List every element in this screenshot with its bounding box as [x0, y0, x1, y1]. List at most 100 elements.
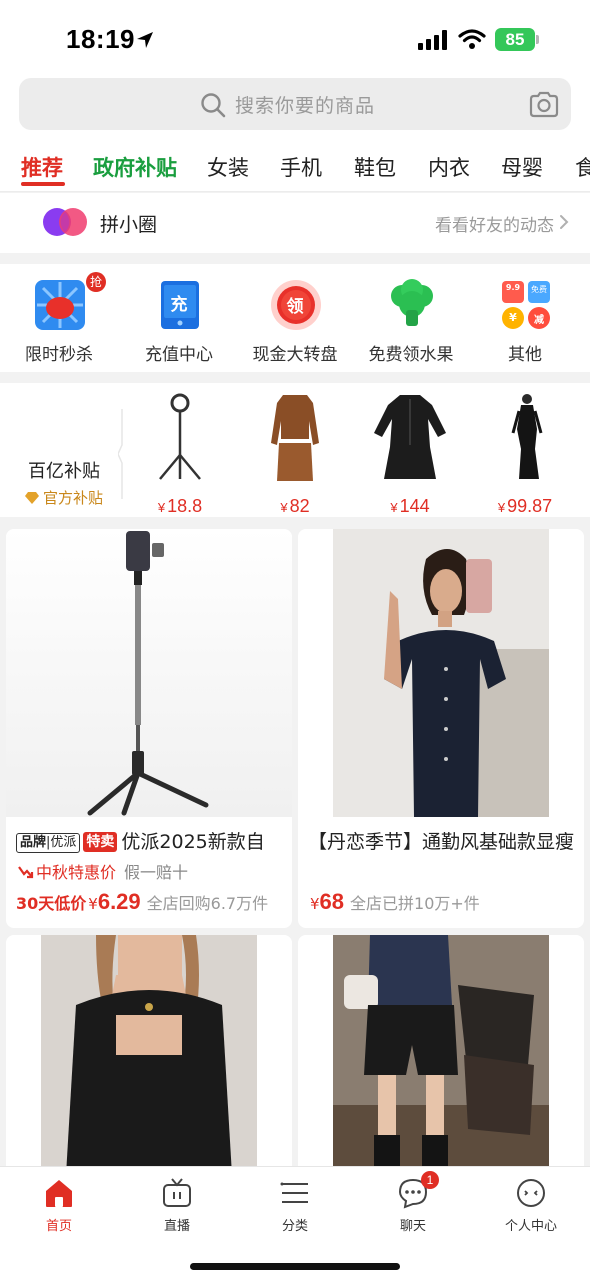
search-icon [201, 93, 226, 118]
nav-label: 分类 [281, 1219, 308, 1234]
flash-sale-tag: 特卖 [83, 832, 118, 852]
quick-label: 充值中心 [145, 345, 213, 365]
subsidy-price: ¥82 [240, 496, 350, 517]
quick-free-fruit[interactable]: 免费领水果 [352, 278, 470, 370]
price-value: 144 [399, 496, 430, 516]
currency-symbol: ¥ [497, 500, 506, 515]
category-list-icon [280, 1182, 308, 1203]
product-card[interactable] [6, 935, 292, 1175]
promo-guarantee: 假一赔十 [124, 863, 189, 882]
ring-light-tripod-image [159, 393, 201, 480]
black-shorts-outfit-image [298, 935, 584, 1175]
currency-symbol: ¥ [88, 895, 98, 913]
product-promo: 中秋特惠价 假一赔十 [18, 859, 188, 883]
subsidy-item[interactable]: ¥82 [240, 393, 350, 516]
nav-category[interactable]: 分类 [236, 1177, 354, 1237]
more-mini-d: 减 [534, 315, 544, 326]
tab-phones[interactable]: 手机 [280, 152, 322, 182]
tab-food[interactable]: 食 [575, 152, 590, 182]
subsidy-price: ¥144 [355, 496, 465, 517]
tab-shoes-bags[interactable]: 鞋包 [354, 152, 396, 182]
brand-tag: 品牌|优派 [16, 833, 81, 853]
subsidy-title: 百亿补贴 [28, 461, 100, 482]
nav-label: 首页 [45, 1219, 72, 1234]
nav-live[interactable]: 直播 [118, 1177, 236, 1237]
price-value: 82 [289, 496, 310, 516]
brand-tag-a: 品牌 [20, 835, 47, 850]
subsidy-item[interactable]: ¥99.87 [470, 393, 580, 516]
nav-label: 直播 [163, 1219, 190, 1234]
diamond-icon [25, 492, 39, 504]
currency-symbol: ¥ [280, 500, 288, 515]
search-input[interactable]: 搜索你要的商品 [19, 78, 571, 130]
app-page: 18:19 85 搜索你要的商品 推荐 政府补贴 女装 手机 鞋包 内衣 母婴 … [0, 0, 590, 1280]
quick-cash-wheel[interactable]: 领 现金大转盘 [236, 278, 354, 370]
price-down-arrow-icon [18, 866, 34, 879]
product-price-row: 30天低价 ¥6.29 全店回购6.7万件 [16, 889, 268, 915]
nav-profile[interactable]: 个人中心 [472, 1177, 590, 1237]
subsidy-item[interactable]: ¥18.8 [125, 393, 235, 516]
product-card[interactable]: 【丹恋季节】通勤风基础款显瘦 ¥68 全店已拼10万+件 [298, 529, 584, 928]
quick-label: 其他 [508, 345, 542, 365]
nav-chat[interactable]: 1 聊天 [354, 1171, 472, 1237]
tab-womens-clothing[interactable]: 女装 [207, 152, 249, 182]
currency-symbol: ¥ [390, 500, 398, 515]
price-value: 18.8 [167, 496, 203, 516]
brand-tag-b: 优派 [50, 835, 77, 850]
nav-label: 个人中心 [504, 1219, 557, 1234]
home-icon [46, 1180, 72, 1207]
subsidy-badge-text: 官方补贴 [43, 489, 104, 507]
product-price: 68 [319, 889, 345, 914]
nav-label: 聊天 [399, 1219, 426, 1234]
subsidy-item[interactable]: ¥144 [355, 393, 465, 516]
pin-circle-row[interactable]: 拼小圈 看看好友的动态 [0, 193, 590, 253]
status-time: 18:19 [66, 24, 135, 54]
more-mini-b: 免费 [531, 285, 547, 294]
nav-home[interactable]: 首页 [0, 1177, 118, 1237]
product-title: 【丹恋季节】通勤风基础款显瘦 [308, 831, 575, 853]
quick-flash-sale[interactable]: 抢 限时秒杀 [0, 272, 118, 370]
brown-knit-set-image [271, 395, 319, 481]
more-mini-a: 9.9 [505, 283, 521, 292]
low-price-label: 30天低价 [16, 894, 87, 913]
product-card[interactable]: 品牌|优派 特卖 优派2025新款自 中秋特惠价 假一赔十 30天低价 ¥6.29 全店回… [6, 529, 292, 928]
tab-gov-subsidy[interactable]: 政府补贴 [93, 152, 177, 182]
product-title-text: 优派2025新款自 [121, 831, 265, 853]
price-value: 99.87 [507, 496, 553, 516]
recharge-glyph: 充 [170, 295, 188, 315]
camera-icon[interactable] [529, 91, 559, 118]
tab-baby[interactable]: 母婴 [501, 152, 543, 182]
quick-label: 现金大转盘 [252, 345, 338, 365]
product-price: 6.29 [97, 889, 141, 914]
flash-sale-badge: 抢 [86, 272, 106, 292]
subsidy-official-badge: 官方补贴 [24, 487, 103, 508]
location-arrow-icon [137, 32, 153, 48]
bottom-nav: 首页 直播 分类 1 聊天 个人中心 [0, 1166, 590, 1280]
category-tabs: 推荐 政府补贴 女装 手机 鞋包 内衣 母婴 食 [0, 140, 590, 192]
tab-underwear[interactable]: 内衣 [428, 152, 470, 182]
pin-circle-subtitle: 看看好友的动态 [435, 216, 554, 236]
live-tv-icon [163, 1178, 191, 1207]
product-card[interactable] [298, 935, 584, 1175]
chat-unread-badge: 1 [421, 1171, 439, 1189]
currency-symbol: ¥ [310, 895, 320, 913]
quick-more[interactable]: 9.9 免费 ¥ 减 其他 [466, 278, 584, 370]
product-title: 品牌|优派 特卖 优派2025新款自 [16, 827, 288, 854]
black-long-dress-image [511, 394, 543, 479]
battery-level: 85 [495, 28, 535, 51]
home-indicator[interactable] [190, 1263, 400, 1270]
billion-subsidy-strip[interactable]: 百亿补贴 官方补贴 ¥18.8 ¥82 ¥ 144 ¥ 99.87 [0, 383, 590, 517]
pin-circle-logo-icon [43, 208, 87, 236]
profile-icon [517, 1179, 545, 1207]
status-bar: 18:19 85 [0, 0, 590, 76]
quick-recharge[interactable]: 充 充值中心 [120, 278, 238, 370]
more-mini-c: ¥ [509, 311, 517, 324]
promo-text: 中秋特惠价 [36, 863, 117, 882]
cellular-signal-icon [418, 30, 447, 50]
quick-label: 免费领水果 [368, 345, 454, 365]
free-fruit-icon [391, 279, 433, 326]
tab-recommend[interactable]: 推荐 [21, 152, 63, 182]
search-area: 搜索你要的商品 [0, 76, 590, 140]
quick-entry-row: 抢 限时秒杀 充 充值中心 领 现金大转盘 免费领水果 9.9 免费 ¥ 减 其… [0, 264, 590, 372]
battery-indicator: 85 [495, 28, 539, 51]
